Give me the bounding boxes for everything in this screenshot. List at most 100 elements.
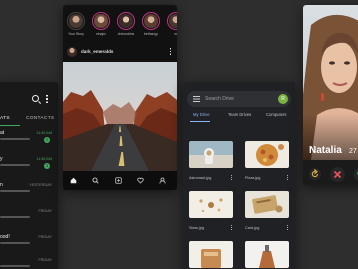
file-more-icon[interactable]: [230, 175, 232, 180]
search-icon[interactable]: [32, 95, 39, 102]
chat-list-item[interactable]: y 11:45 AM 3: [0, 154, 58, 174]
chat-name: n: [0, 182, 3, 188]
file-tile[interactable]: Astronaut.jpg: [189, 141, 233, 182]
chat-preview: [0, 242, 30, 245]
story-ring: [167, 12, 177, 30]
chat-list-item[interactable]: n YESTERDAY: [0, 180, 58, 200]
post-avatar[interactable]: [67, 47, 77, 57]
story-item[interactable]: mi: [165, 12, 177, 36]
story-item[interactable]: chrisrobins: [115, 12, 137, 36]
avatar: [69, 14, 83, 28]
profile-icon[interactable]: [159, 177, 166, 184]
search-icon[interactable]: [92, 177, 99, 184]
drive-tabs: My Drive Team Drives Computers: [183, 112, 295, 124]
dislike-icon[interactable]: [330, 167, 345, 182]
story-username: chrisrobins: [117, 32, 135, 36]
avatar: [119, 14, 133, 28]
bottom-navigation: [63, 171, 177, 190]
tab-computers[interactable]: Computers: [266, 112, 286, 117]
chat-preview: [0, 265, 30, 268]
file-more-icon[interactable]: [286, 175, 288, 180]
post-username[interactable]: dark_emeralds: [81, 49, 113, 54]
add-icon[interactable]: [115, 177, 122, 184]
tab-chats[interactable]: ATS: [0, 116, 10, 121]
avatar: [144, 14, 158, 28]
home-icon[interactable]: [70, 177, 77, 184]
chat-list-item[interactable]: ood! FRIDAY: [0, 232, 58, 252]
file-name: Stars.jpg: [189, 226, 204, 230]
chat-name: at: [0, 130, 5, 136]
profile-name: Natalia: [309, 145, 342, 156]
active-tab-indicator: [190, 121, 210, 123]
drive-app-screen: Search Drive R My Drive Team Drives Comp…: [183, 82, 295, 269]
like-icon[interactable]: [354, 167, 358, 182]
chat-name: ood!: [0, 234, 10, 240]
unread-badge: 2: [44, 137, 50, 143]
active-tab-indicator: [0, 125, 20, 127]
chat-time: YESTERDAY: [29, 183, 52, 187]
file-name: Card.jpg: [245, 226, 260, 230]
story-ring: [117, 12, 135, 30]
chat-preview: [0, 138, 30, 141]
chat-time: 11:45 AM: [36, 157, 52, 161]
chat-time: FRIDAY: [38, 235, 52, 239]
file-more-icon[interactable]: [230, 225, 232, 230]
file-tile[interactable]: Pizza.jpg: [245, 141, 289, 182]
story-username: Your Story: [68, 32, 84, 36]
file-thumbnail: [245, 191, 289, 218]
stories-bar: Your Story ninajrc chrisrobins bethanyp …: [63, 9, 177, 43]
tab-contacts[interactable]: CONTACTS: [26, 116, 54, 121]
file-meta: Card.jpg: [245, 223, 289, 232]
post-image[interactable]: [63, 62, 177, 171]
file-thumbnail: [189, 241, 233, 268]
chat-time: 11:45 AM: [36, 131, 52, 135]
story-ring: [67, 12, 85, 30]
menu-icon[interactable]: [193, 96, 200, 102]
story-username: ninajrc: [96, 32, 106, 36]
file-meta: Pizza.jpg: [245, 173, 289, 182]
chat-tabs: ATS CONTACTS: [0, 113, 58, 127]
search-placeholder: Search Drive: [205, 96, 234, 102]
file-tile[interactable]: [189, 241, 233, 269]
chat-time: FRIDAY: [38, 258, 52, 262]
chat-preview: [0, 190, 30, 193]
tab-my-drive[interactable]: My Drive: [193, 112, 210, 117]
drive-search-bar[interactable]: Search Drive R: [187, 91, 291, 107]
story-item[interactable]: ninajrc: [90, 12, 112, 36]
file-name: Pizza.jpg: [245, 176, 261, 180]
action-bar: [303, 163, 358, 185]
chat-time: FRIDAY: [38, 209, 52, 213]
story-item[interactable]: bethanyp: [140, 12, 162, 36]
chat-list-item[interactable]: FRIDAY: [0, 255, 58, 269]
post-header: dark_emeralds: [63, 42, 177, 62]
chat-preview: [0, 216, 30, 219]
file-tile[interactable]: [245, 241, 289, 269]
account-avatar[interactable]: R: [278, 94, 288, 104]
file-thumbnail: [245, 141, 289, 168]
story-item[interactable]: Your Story: [65, 12, 87, 36]
file-meta: Astronaut.jpg: [189, 173, 233, 182]
chat-preview: [0, 164, 30, 167]
unread-badge: 3: [44, 163, 50, 169]
dating-app-screen: Natalia 27: [303, 5, 358, 185]
avatar: [169, 14, 177, 28]
chat-list-item[interactable]: at 11:45 AM 2: [0, 128, 58, 148]
file-meta: Stars.jpg: [189, 223, 233, 232]
messaging-app-screen: ATS CONTACTS at 11:45 AM 2 y 11:45 AM 3 …: [0, 82, 58, 269]
profile-photo[interactable]: [303, 5, 358, 160]
rewind-icon[interactable]: [309, 168, 321, 180]
avatar: [94, 14, 108, 28]
heart-icon[interactable]: [137, 177, 144, 184]
file-tile[interactable]: Card.jpg: [245, 191, 289, 232]
file-more-icon[interactable]: [286, 225, 288, 230]
chat-name: y: [0, 156, 3, 162]
post-more-icon[interactable]: [169, 48, 171, 55]
photo-feed-app-screen: Your Story ninajrc chrisrobins bethanyp …: [63, 5, 177, 190]
file-thumbnail: [245, 241, 289, 268]
more-options-icon[interactable]: [46, 95, 48, 103]
profile-age: 27: [349, 148, 357, 155]
story-username: bethanyp: [144, 32, 158, 36]
chat-list-item[interactable]: FRIDAY: [0, 206, 58, 226]
file-tile[interactable]: Stars.jpg: [189, 191, 233, 232]
tab-team-drives[interactable]: Team Drives: [228, 112, 251, 117]
